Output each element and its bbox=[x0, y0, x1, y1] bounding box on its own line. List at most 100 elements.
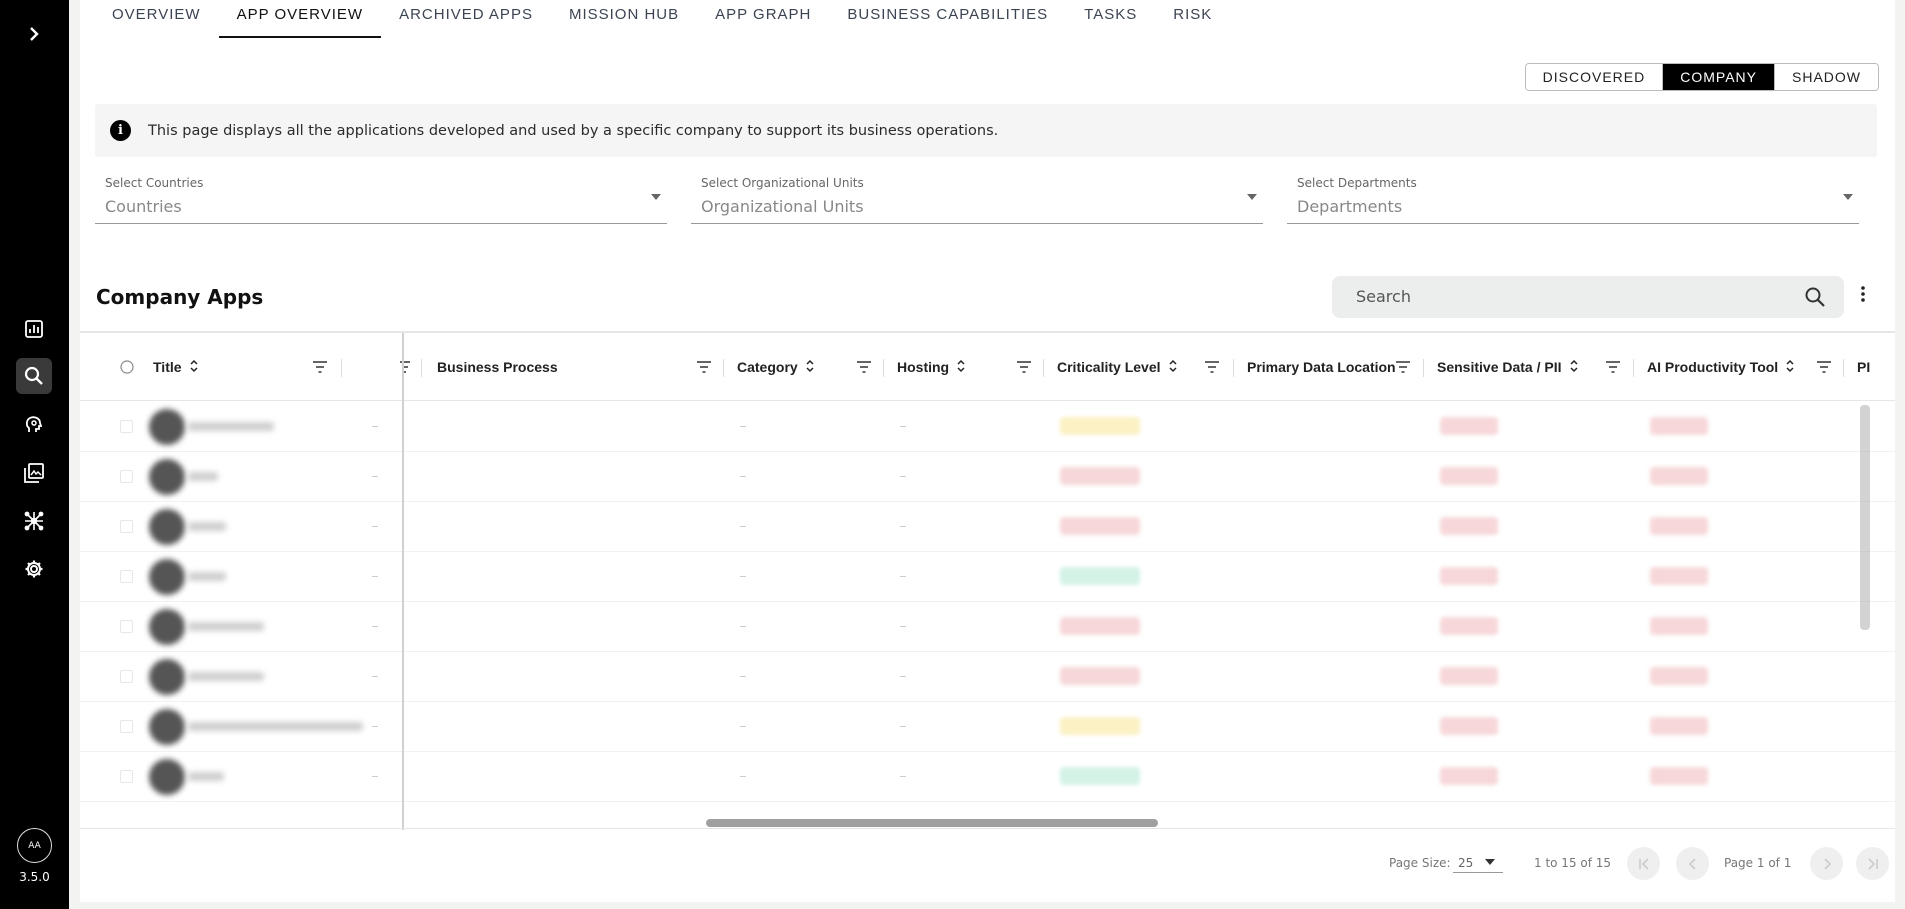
ai-tool-badge bbox=[1650, 517, 1708, 535]
sensitive-data-badge bbox=[1440, 417, 1498, 435]
last-page-button[interactable] bbox=[1856, 847, 1889, 880]
table-row[interactable] bbox=[80, 652, 1895, 702]
filter-icon[interactable] bbox=[1817, 358, 1831, 377]
column-business-process[interactable]: Business Process bbox=[437, 333, 558, 401]
filter-icon[interactable] bbox=[313, 358, 327, 377]
row-cell-dash bbox=[740, 576, 746, 577]
pinned-column-divider bbox=[402, 333, 404, 830]
departments-select[interactable]: Select Departments Departments bbox=[1287, 176, 1859, 224]
page-size-select[interactable]: 25 bbox=[1453, 851, 1503, 873]
filter-icon[interactable] bbox=[1017, 358, 1031, 377]
row-cell-dash bbox=[740, 726, 746, 727]
row-range: 1 to 15 of 15 bbox=[1534, 856, 1612, 870]
sidebar-expand-chevron-icon[interactable] bbox=[20, 20, 48, 48]
next-page-button[interactable] bbox=[1810, 847, 1843, 880]
table-row[interactable] bbox=[80, 402, 1895, 452]
column-pi[interactable]: PI bbox=[1857, 333, 1887, 401]
chevron-down-icon bbox=[1485, 859, 1495, 865]
ai-tool-badge bbox=[1650, 417, 1708, 435]
app-name bbox=[188, 622, 264, 631]
filter-icon[interactable] bbox=[1396, 358, 1410, 377]
tab-mission-hub[interactable]: MISSION HUB bbox=[551, 0, 697, 38]
select-all-checkbox[interactable] bbox=[120, 333, 134, 401]
company-button[interactable]: COMPANY bbox=[1663, 64, 1775, 90]
sort-icon[interactable] bbox=[1168, 359, 1177, 376]
sort-icon[interactable] bbox=[1786, 359, 1794, 376]
column-title[interactable]: Title bbox=[153, 333, 198, 401]
column-category[interactable]: Category bbox=[737, 333, 814, 401]
previous-page-button[interactable] bbox=[1676, 847, 1709, 880]
first-page-button[interactable] bbox=[1627, 847, 1660, 880]
column-sensitive-data[interactable]: Sensitive Data / PII bbox=[1437, 333, 1578, 401]
sort-icon[interactable] bbox=[1569, 359, 1578, 376]
table-row[interactable] bbox=[80, 502, 1895, 552]
row-checkbox bbox=[120, 770, 133, 783]
filter-icon[interactable] bbox=[1205, 358, 1219, 377]
table-row[interactable] bbox=[80, 552, 1895, 602]
column-criticality-level-label: Criticality Level bbox=[1057, 359, 1161, 375]
ai-tool-badge bbox=[1650, 617, 1708, 635]
table-row[interactable] bbox=[80, 452, 1895, 502]
tab-risk[interactable]: RISK bbox=[1155, 0, 1230, 38]
shadow-button[interactable]: SHADOW bbox=[1775, 64, 1878, 90]
table-row[interactable] bbox=[80, 602, 1895, 652]
chevron-down-icon bbox=[1843, 194, 1853, 200]
vertical-scrollbar[interactable] bbox=[1860, 405, 1870, 630]
column-hosting[interactable]: Hosting bbox=[897, 333, 965, 401]
tab-app-graph[interactable]: APP GRAPH bbox=[697, 0, 829, 38]
column-ai-productivity-tool[interactable]: AI Productivity Tool bbox=[1647, 333, 1794, 401]
row-cell-dash bbox=[372, 426, 378, 427]
departments-select-label: Select Departments bbox=[1297, 176, 1417, 190]
table-row[interactable] bbox=[80, 752, 1895, 802]
sort-icon[interactable] bbox=[190, 359, 198, 376]
row-cell-dash bbox=[740, 476, 746, 477]
filter-icon[interactable] bbox=[697, 358, 711, 377]
user-avatar[interactable]: AA bbox=[17, 828, 52, 863]
org-units-select[interactable]: Select Organizational Units Organization… bbox=[691, 176, 1263, 224]
app-logo bbox=[149, 459, 185, 495]
column-divider bbox=[723, 359, 724, 377]
column-hosting-label: Hosting bbox=[897, 359, 950, 375]
avatar-initials: AA bbox=[28, 840, 41, 851]
row-cell-dash bbox=[740, 676, 746, 677]
info-icon: i bbox=[110, 120, 131, 141]
sort-icon[interactable] bbox=[957, 359, 965, 376]
discovered-button[interactable]: DISCOVERED bbox=[1525, 64, 1664, 90]
tab-app-overview[interactable]: APP OVERVIEW bbox=[218, 0, 382, 38]
column-criticality-level[interactable]: Criticality Level bbox=[1057, 333, 1177, 401]
sensitive-data-badge bbox=[1440, 467, 1498, 485]
table-row[interactable] bbox=[80, 702, 1895, 752]
sensitive-data-badge bbox=[1440, 567, 1498, 585]
row-cell-dash bbox=[900, 476, 906, 477]
row-checkbox bbox=[120, 720, 133, 733]
horizontal-scrollbar[interactable] bbox=[706, 819, 1158, 827]
more-options-icon[interactable] bbox=[1860, 285, 1866, 307]
app-name bbox=[188, 672, 264, 681]
countries-select[interactable]: Select Countries Countries bbox=[95, 176, 667, 224]
row-checkbox bbox=[120, 620, 133, 633]
column-sensitive-data-label: Sensitive Data / PII bbox=[1437, 359, 1562, 375]
row-cell-dash bbox=[900, 626, 906, 627]
org-units-select-label: Select Organizational Units bbox=[701, 176, 864, 190]
column-primary-data-location[interactable]: Primary Data Location bbox=[1247, 333, 1396, 401]
brain-icon[interactable] bbox=[16, 407, 52, 443]
column-primary-data-location-label: Primary Data Location bbox=[1247, 359, 1396, 375]
row-cell-dash bbox=[372, 576, 378, 577]
gallery-icon[interactable] bbox=[16, 455, 52, 491]
network-icon[interactable] bbox=[16, 503, 52, 539]
gear-icon[interactable] bbox=[16, 551, 52, 587]
search-input[interactable]: Search bbox=[1332, 276, 1844, 318]
sensitive-data-badge bbox=[1440, 767, 1498, 785]
tab-overview[interactable]: OVERVIEW bbox=[94, 0, 219, 38]
filter-icon[interactable] bbox=[857, 358, 871, 377]
column-divider bbox=[1843, 359, 1844, 377]
filter-icon[interactable] bbox=[1606, 358, 1620, 377]
tab-archived-apps[interactable]: ARCHIVED APPS bbox=[381, 0, 551, 38]
row-checkbox bbox=[120, 570, 133, 583]
search-icon[interactable] bbox=[1804, 286, 1826, 312]
search-icon[interactable] bbox=[16, 358, 52, 394]
tab-tasks[interactable]: TASKS bbox=[1066, 0, 1155, 38]
bar-chart-icon[interactable] bbox=[16, 311, 52, 347]
sort-icon[interactable] bbox=[806, 359, 814, 376]
tab-business-capabilities[interactable]: BUSINESS CAPABILITIES bbox=[829, 0, 1066, 38]
